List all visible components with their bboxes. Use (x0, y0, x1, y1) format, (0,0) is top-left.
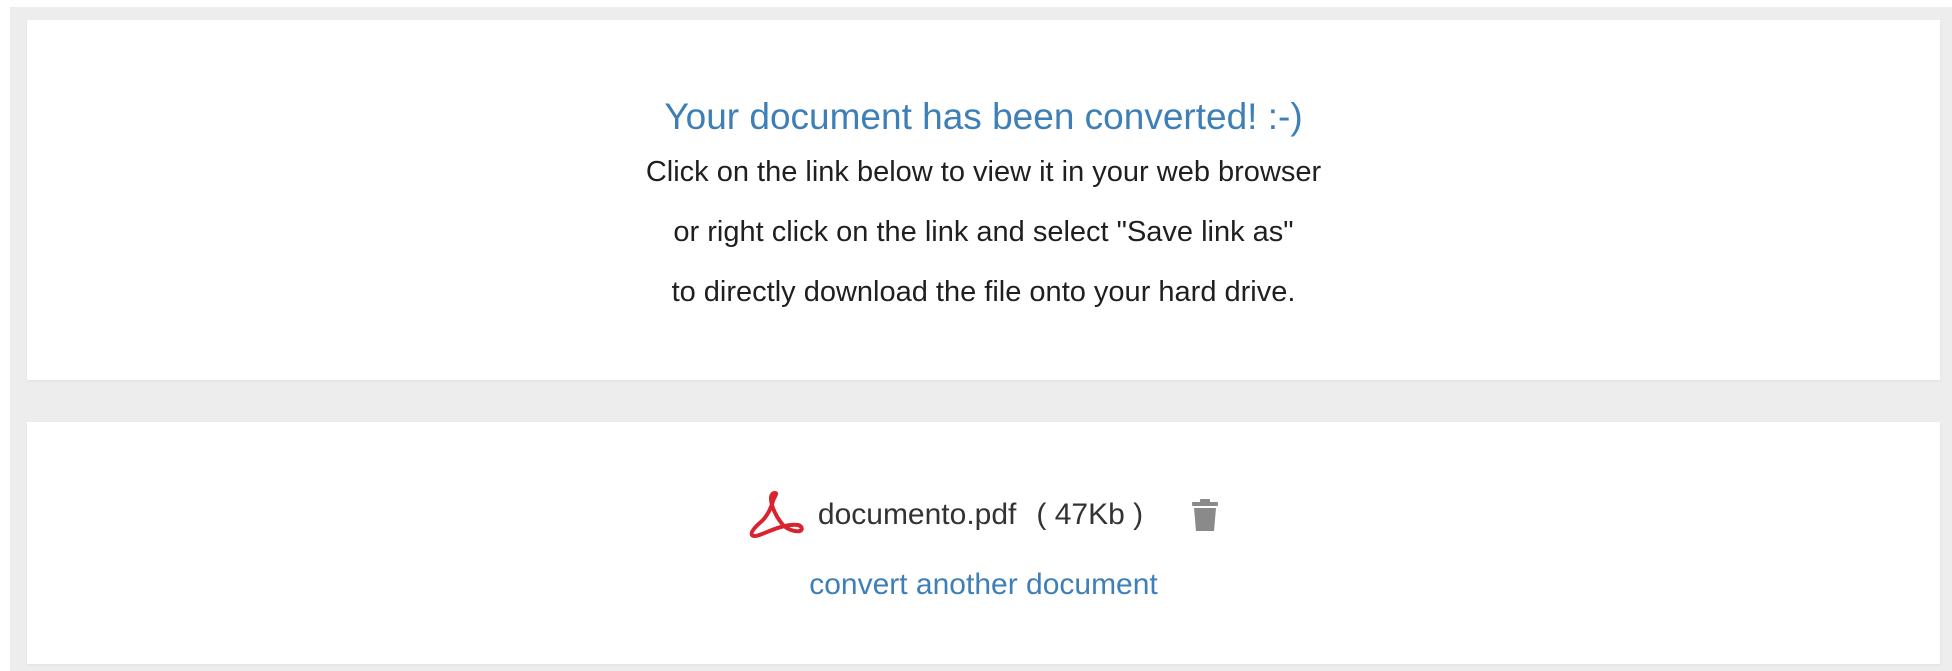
instruction-line-3: to directly download the file onto your … (671, 276, 1296, 308)
file-size: ( 47Kb ) (1036, 498, 1144, 531)
pdf-icon[interactable] (748, 490, 804, 540)
conversion-result-card: Your document has been converted! :-) Cl… (27, 20, 1940, 380)
file-name-link[interactable]: documento.pdf (818, 498, 1016, 532)
file-row: documento.pdf ( 47Kb ) (27, 490, 1940, 540)
instruction-line-2: or right click on the link and select "S… (673, 216, 1294, 248)
trash-icon[interactable] (1191, 498, 1219, 532)
convert-another-link[interactable]: convert another document (809, 568, 1158, 602)
file-card: documento.pdf ( 47Kb ) convert another d… (27, 422, 1940, 664)
instruction-line-1: Click on the link below to view it in yo… (645, 156, 1322, 188)
page-background: Your document has been converted! :-) Cl… (10, 7, 1952, 671)
success-headline: Your document has been converted! :-) (664, 96, 1303, 137)
